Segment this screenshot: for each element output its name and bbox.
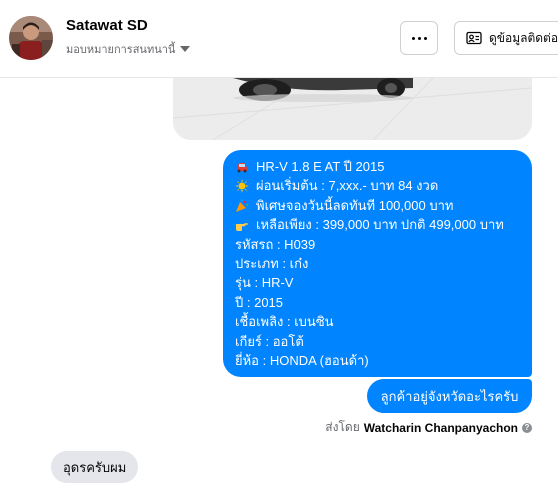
pointing-hand-emoji-icon bbox=[236, 223, 248, 231]
message-text: ปี : 2015 bbox=[235, 294, 284, 310]
listing-message-bubble: HR-V 1.8 E AT ปี 2015 ผ่อนเริ่มต้น : 7,x… bbox=[223, 150, 532, 377]
car-photo[interactable] bbox=[173, 78, 532, 140]
contact-card-icon bbox=[466, 31, 482, 45]
incoming-message-bubble: อุดรครับผม bbox=[51, 451, 139, 483]
question-message-bubble: ลูกค้าอยู่จังหวัดอะไรครับ bbox=[367, 379, 532, 413]
message-text: รุ่น : HR-V bbox=[235, 275, 294, 291]
message-text: ยี่ห้อ : HONDA (ฮอนด้า) bbox=[235, 353, 369, 369]
caret-down-icon bbox=[180, 46, 191, 52]
question-text: ลูกค้าอยู่จังหวัดอะไรครับ bbox=[380, 388, 519, 404]
sent-by-info: ส่งโดย Watcharin Chanpanyachon ? bbox=[325, 418, 532, 437]
message-line: รุ่น : HR-V bbox=[235, 273, 520, 292]
message-line: เชื้อเพลิง : เบนซิน bbox=[235, 312, 520, 331]
help-icon[interactable]: ? bbox=[522, 422, 532, 433]
message-text: เกียร์ : ออโต้ bbox=[235, 333, 304, 349]
sent-by-prefix: ส่งโดย bbox=[325, 420, 360, 434]
view-contact-button[interactable]: ดูข้อมูลติดต่อ bbox=[454, 21, 558, 55]
message-text: เชื้อเพลิง : เบนซิน bbox=[235, 314, 334, 330]
message-line: HR-V 1.8 E AT ปี 2015 bbox=[235, 157, 520, 176]
message-text: พิเศษจองวันนี้ลดทันที 100,000 บาท bbox=[256, 197, 454, 213]
message-text: HR-V 1.8 E AT ปี 2015 bbox=[256, 159, 385, 174]
message-line: ประเภท : เก๋ง bbox=[235, 254, 520, 273]
conversation-header: Satawat SD มอบหมายการสนทนานี้ ดูข้อมูลติ… bbox=[0, 0, 558, 78]
sender-name: Watcharin Chanpanyachon bbox=[363, 420, 518, 435]
view-contact-label: ดูข้อมูลติดต่อ bbox=[489, 30, 558, 45]
sparkle-emoji-icon bbox=[235, 179, 249, 194]
message-line: เหลือเพียง : 399,000 บาท ปกติ 499,000 บา… bbox=[235, 215, 520, 234]
more-dots-icon bbox=[411, 36, 427, 40]
message-text: ผ่อนเริ่มต้น : 7,xxx.- บาท 84 งวด bbox=[256, 178, 439, 194]
contact-name: Satawat SD bbox=[66, 17, 148, 34]
message-line: พิเศษจองวันนี้ลดทันที 100,000 บาท bbox=[235, 196, 520, 215]
message-line: เกียร์ : ออโต้ bbox=[235, 332, 520, 351]
message-line: ปี : 2015 bbox=[235, 293, 520, 312]
message-line: รหัสรถ : H039 bbox=[235, 235, 520, 254]
message-line: ผ่อนเริ่มต้น : 7,xxx.- บาท 84 งวด bbox=[235, 176, 520, 195]
reply-text: อุดรครับผม bbox=[63, 459, 127, 475]
assign-conversation-dropdown[interactable]: มอบหมายการสนทนานี้ bbox=[66, 40, 191, 58]
message-text: เหลือเพียง : 399,000 บาท ปกติ 499,000 บา… bbox=[256, 217, 504, 233]
message-text: รหัสรถ : H039 bbox=[235, 236, 316, 252]
message-text: ประเภท : เก๋ง bbox=[235, 256, 309, 272]
avatar[interactable] bbox=[9, 16, 53, 60]
party-popper-emoji-icon bbox=[236, 199, 248, 212]
more-options-button[interactable] bbox=[400, 21, 438, 55]
car-emoji-icon bbox=[237, 162, 247, 173]
assign-label: มอบหมายการสนทนานี้ bbox=[66, 44, 176, 56]
message-line: ยี่ห้อ : HONDA (ฮอนด้า) bbox=[235, 351, 520, 370]
